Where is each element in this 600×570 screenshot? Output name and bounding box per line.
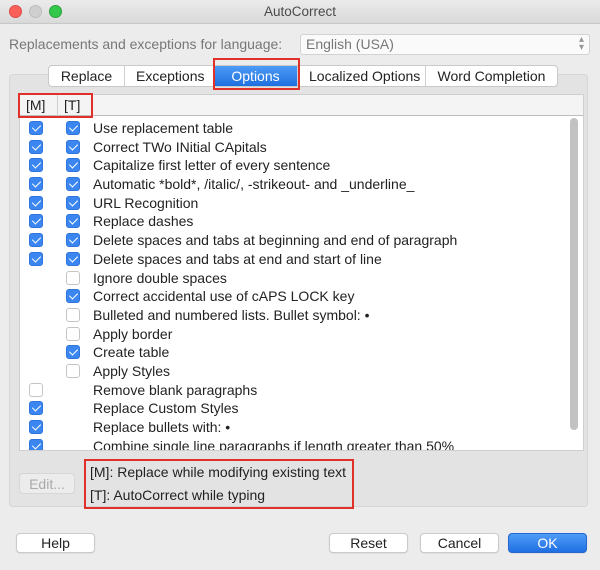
vertical-scrollbar[interactable] (570, 118, 578, 430)
checkbox-m[interactable] (29, 139, 43, 154)
option-label: Combine single line paragraphs if length… (93, 437, 455, 451)
window-title: AutoCorrect (263, 4, 337, 19)
list-item[interactable]: Ignore double spaces (20, 269, 570, 288)
tab-word-completion[interactable]: Word Completion (426, 66, 557, 86)
checkbox-m[interactable] (29, 438, 43, 450)
header-divider (92, 95, 93, 116)
reset-button[interactable]: Reset (329, 533, 408, 553)
list-item[interactable]: URL Recognition (20, 194, 570, 213)
help-button[interactable]: Help (16, 533, 95, 553)
checkbox-t[interactable] (66, 289, 80, 304)
checkbox-t[interactable] (66, 251, 80, 266)
option-label: Remove blank paragraphs (93, 381, 258, 398)
checkbox-t[interactable] (66, 177, 80, 192)
checkbox-t[interactable] (66, 326, 80, 341)
ok-button[interactable]: OK (508, 533, 587, 553)
option-label: Apply border (93, 325, 173, 342)
legend: [M]: Replace while modifying existing te… (84, 459, 354, 509)
column-header-t[interactable]: [T] (64, 97, 80, 113)
checkbox-t[interactable] (66, 214, 80, 229)
list-item[interactable]: Remove blank paragraphs (20, 381, 570, 400)
checkbox-t[interactable] (66, 121, 80, 135)
title-bar: AutoCorrect (0, 0, 600, 24)
list-item[interactable]: Apply Styles (20, 362, 570, 381)
option-label: Capitalize first letter of every sentenc… (93, 157, 331, 174)
checkbox-m[interactable] (29, 420, 43, 434)
language-label: Replacements and exceptions for language… (9, 36, 283, 52)
checkbox-t[interactable] (66, 307, 80, 322)
option-label: Bulleted and numbered lists. Bullet symb… (93, 306, 370, 323)
checkbox-m[interactable] (29, 121, 43, 135)
checkbox-t[interactable] (66, 363, 80, 378)
checkbox-t[interactable] (66, 195, 80, 210)
checkbox-m[interactable] (29, 195, 43, 210)
options-list: [M] [T] Use replacement table Correct TWo… (19, 94, 584, 451)
checkbox-m[interactable] (29, 214, 43, 229)
checkbox-t[interactable] (66, 158, 80, 173)
list-header: [M] [T] (20, 95, 583, 116)
checkbox-t[interactable] (66, 270, 80, 285)
list-item[interactable]: Use replacement table (20, 119, 570, 138)
list-item[interactable]: Delete spaces and tabs at end and start … (20, 250, 570, 269)
checkbox-t[interactable] (66, 345, 80, 360)
option-label: Ignore double spaces (93, 269, 227, 286)
list-item[interactable]: Bulleted and numbered lists. Bullet symb… (20, 306, 570, 325)
option-label: Replace bullets with: • (93, 419, 231, 435)
option-label: URL Recognition (93, 194, 199, 211)
option-label: Create table (93, 344, 170, 361)
list-item[interactable]: Replace bullets with: • (20, 418, 570, 437)
option-label: Replace dashes (93, 213, 194, 230)
option-label: Correct accidental use of cAPS LOCK key (93, 288, 355, 305)
option-label: Correct TWo INitial CApitals (93, 138, 267, 155)
up-down-chevron-icon: ▴ ▾ (578, 34, 584, 53)
checkbox-m[interactable] (29, 382, 43, 397)
legend-t: [T]: AutoCorrect while typing (90, 487, 266, 503)
edit-button[interactable]: Edit... (19, 473, 75, 494)
option-label: Delete spaces and tabs at beginning and … (93, 232, 458, 249)
cancel-button[interactable]: Cancel (420, 533, 499, 553)
option-label: Use replacement table (93, 120, 234, 136)
checkbox-m[interactable] (29, 251, 43, 266)
legend-m: [M]: Replace while modifying existing te… (90, 464, 346, 480)
list-item[interactable]: Replace Custom Styles (20, 399, 570, 418)
tab-exceptions[interactable]: Exceptions (125, 66, 214, 86)
checkbox-m[interactable] (29, 233, 43, 248)
checkbox-m[interactable] (29, 177, 43, 192)
checkbox-m[interactable] (29, 401, 43, 416)
list-item[interactable]: Combine single line paragraphs if length… (20, 437, 570, 451)
language-select-value: English (USA) (306, 36, 394, 52)
list-item[interactable]: Capitalize first letter of every sentenc… (20, 156, 570, 175)
list-item[interactable]: Automatic *bold*, /italic/, -strikeout- … (20, 175, 570, 194)
option-label: Apply Styles (93, 362, 171, 379)
tab-replace[interactable]: Replace (49, 66, 125, 86)
list-item[interactable]: Replace dashes (20, 212, 570, 231)
option-label: Automatic *bold*, /italic/, -strikeout- … (93, 176, 415, 193)
list-item[interactable]: Delete spaces and tabs at beginning and … (20, 231, 570, 250)
option-rows: Use replacement table Correct TWo INitial… (20, 119, 570, 451)
header-divider (57, 95, 58, 116)
list-item[interactable]: Correct TWo INitial CApitals (20, 138, 570, 157)
option-label: Replace Custom Styles (93, 400, 239, 417)
option-label: Delete spaces and tabs at end and start … (93, 250, 382, 267)
list-item[interactable]: Create table (20, 343, 570, 362)
checkbox-m[interactable] (29, 158, 43, 173)
checkbox-t[interactable] (66, 233, 80, 248)
checkbox-t[interactable] (66, 139, 80, 154)
tab-bar: Replace Exceptions Options Localized Opt… (48, 65, 558, 87)
column-header-m[interactable]: [M] (26, 97, 45, 113)
tab-options[interactable]: Options (214, 66, 298, 86)
language-select[interactable]: English (USA) ▴ ▾ (300, 34, 590, 55)
tab-localized-options[interactable]: Localized Options (298, 66, 426, 86)
list-item[interactable]: Apply border (20, 325, 570, 344)
list-item[interactable]: Correct accidental use of cAPS LOCK key (20, 287, 570, 306)
